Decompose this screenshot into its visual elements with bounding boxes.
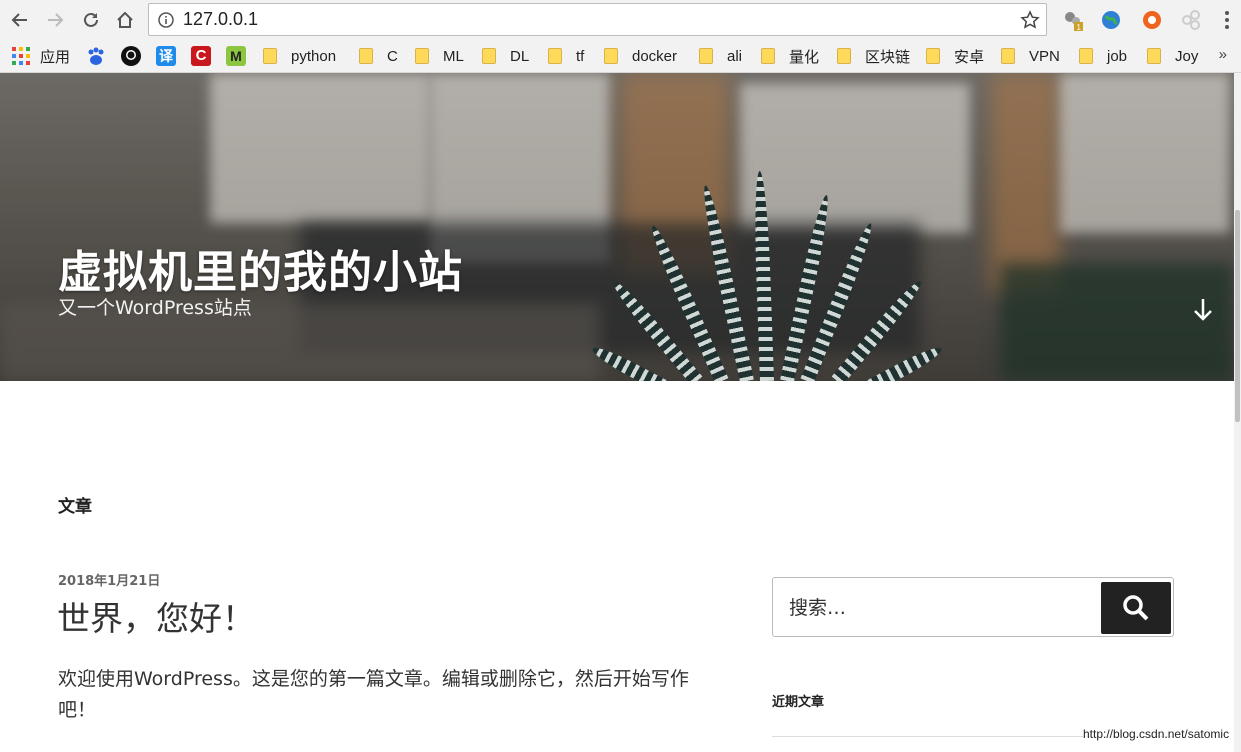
browser-toolbar: 127.0.0.1 1 xyxy=(0,0,1241,40)
folder-icon xyxy=(482,48,496,64)
forward-icon xyxy=(48,13,64,27)
folder-icon xyxy=(761,48,775,64)
bookmark-folder-python[interactable]: python xyxy=(263,45,336,67)
address-bar[interactable]: 127.0.0.1 xyxy=(148,3,1047,36)
apps-grid-icon xyxy=(12,47,30,65)
search-input[interactable] xyxy=(787,590,1091,626)
bookmark-folder-quant[interactable]: 量化 xyxy=(761,45,819,67)
background-window xyxy=(740,83,970,233)
info-icon[interactable] xyxy=(158,12,174,28)
post-excerpt: 欢迎使用WordPress。这是您的第一篇文章。编辑或删除它，然后开始写作吧！ xyxy=(58,668,689,721)
recent-posts-title: 近期文章 xyxy=(772,695,825,710)
forward-button[interactable] xyxy=(41,6,69,34)
folder-icon xyxy=(263,48,277,64)
background-wall xyxy=(990,73,1060,293)
folder-icon xyxy=(1147,48,1161,64)
site-title[interactable]: 虚拟机里的我的小站 xyxy=(58,236,463,300)
page-heading: 文章 xyxy=(58,497,92,517)
back-button[interactable] xyxy=(6,6,34,34)
background-window xyxy=(1060,73,1230,233)
extension-globe-icon[interactable] xyxy=(1100,9,1122,31)
back-icon xyxy=(11,13,27,27)
arrow-down-icon[interactable] xyxy=(1188,295,1218,325)
scrollbar-thumb[interactable] xyxy=(1235,210,1240,422)
reload-button[interactable] xyxy=(77,6,105,34)
bookmark-apps-label: 应用 xyxy=(40,48,71,66)
search-icon xyxy=(1123,595,1149,621)
post-title[interactable]: 世界，您好！ xyxy=(57,592,255,640)
bookmark-folder-dl[interactable]: DL xyxy=(482,45,529,67)
bookmark-star-icon[interactable] xyxy=(1020,10,1040,30)
translate-icon[interactable]: 译 xyxy=(156,46,176,66)
home-icon xyxy=(117,11,133,28)
folder-icon xyxy=(604,48,618,64)
post-date[interactable]: 2018年1月21日 xyxy=(58,570,160,589)
bookmark-folder-c[interactable]: C xyxy=(359,45,398,67)
bookmark-folder-blockchain[interactable]: 区块链 xyxy=(837,45,910,67)
folder-icon xyxy=(359,48,373,64)
watermark-text: http://blog.csdn.net/satomic xyxy=(1083,727,1230,741)
bookmark-folder-ml[interactable]: ML xyxy=(415,45,464,67)
baidu-icon[interactable] xyxy=(86,46,106,66)
bookmark-folder-docker[interactable]: docker xyxy=(604,45,677,67)
folder-icon xyxy=(1001,48,1015,64)
search-form xyxy=(772,577,1174,637)
svg-text:1: 1 xyxy=(1077,23,1082,31)
mendeley-icon[interactable]: M xyxy=(226,46,246,66)
bookmark-folder-vpn[interactable]: VPN xyxy=(1001,45,1060,67)
header-image: 虚拟机里的我的小站 又一个WordPress站点 xyxy=(0,73,1234,381)
reload-icon xyxy=(84,12,98,27)
bookmark-folder-tf[interactable]: tf xyxy=(548,45,584,67)
extension-lifebuoy-icon[interactable] xyxy=(1141,9,1163,31)
extension-molecule-icon[interactable]: 1 xyxy=(1062,9,1084,31)
folder-icon xyxy=(837,48,851,64)
url-text[interactable]: 127.0.0.1 xyxy=(183,9,258,30)
bookmark-folder-joy[interactable]: Joy xyxy=(1147,45,1198,67)
site-description: 又一个WordPress站点 xyxy=(58,297,252,319)
background-window xyxy=(210,73,430,223)
home-button[interactable] xyxy=(111,6,139,34)
github-icon[interactable] xyxy=(121,46,141,66)
folder-icon xyxy=(1079,48,1093,64)
bookmark-folder-job[interactable]: job xyxy=(1079,45,1127,67)
folder-icon xyxy=(699,48,713,64)
extension-share-icon[interactable] xyxy=(1180,9,1202,31)
bookmarks-overflow-button[interactable]: » xyxy=(1219,46,1227,63)
folder-icon xyxy=(548,48,562,64)
bookmark-apps[interactable]: 应用 xyxy=(12,45,70,67)
bookmarks-bar: 应用 译 C M python C ML DL tf docker ali 量化… xyxy=(0,40,1241,73)
folder-icon xyxy=(926,48,940,64)
folder-icon xyxy=(415,48,429,64)
menu-icon[interactable] xyxy=(1216,9,1238,31)
bookmark-folder-ali[interactable]: ali xyxy=(699,45,742,67)
bookmark-folder-android[interactable]: 安卓 xyxy=(926,45,984,67)
csdn-icon[interactable]: C xyxy=(191,46,211,66)
search-button[interactable] xyxy=(1101,582,1171,634)
